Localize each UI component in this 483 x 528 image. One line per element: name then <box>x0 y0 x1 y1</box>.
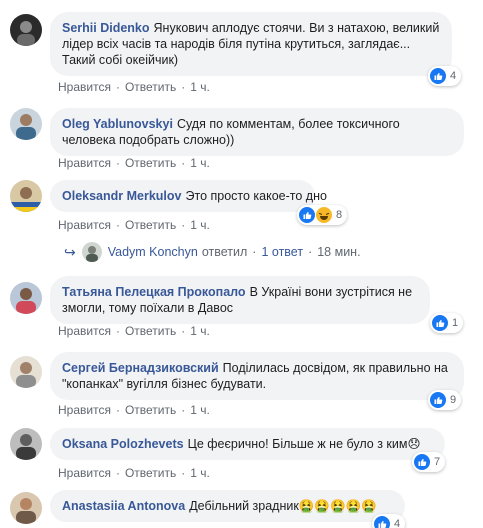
reply-button[interactable]: Ответить <box>125 80 176 94</box>
avatar[interactable] <box>10 14 42 46</box>
reaction-count: 1 <box>452 317 459 329</box>
comment-author[interactable]: Татьяна Пелецкая Прокопало <box>62 285 246 299</box>
comment-time[interactable]: 1 ч. <box>190 80 210 94</box>
reaction-count: 4 <box>450 70 457 82</box>
like-button[interactable]: Нравится <box>58 324 111 338</box>
comment-actions: Нравится · Ответить · 1 ч. <box>58 156 210 170</box>
comment-bubble: Serhii Didenko Янукович аплодує стоячи. В… <box>50 12 452 76</box>
reaction-summary[interactable]: 9 <box>428 390 462 410</box>
like-button[interactable]: Нравится <box>58 156 111 170</box>
comment-bubble: Татьяна Пелецкая Прокопало В Україні вони… <box>50 276 430 324</box>
reply-count[interactable]: 1 ответ <box>261 245 303 259</box>
reply-button[interactable]: Ответить <box>125 156 176 170</box>
comment-actions: Нравится · Ответить · 1 ч. <box>58 324 210 338</box>
comment-author[interactable]: Oleksandr Merkulov <box>62 189 182 203</box>
like-button[interactable]: Нравится <box>58 218 111 232</box>
comment-time[interactable]: 1 ч. <box>190 218 210 232</box>
haha-icon <box>316 207 332 223</box>
like-icon <box>374 516 390 528</box>
comment-text: Це феєрично! Більше ж не було з ким😞 <box>187 437 421 451</box>
avatar[interactable] <box>10 428 42 460</box>
like-icon <box>430 392 446 408</box>
like-button[interactable]: Нравится <box>58 403 111 417</box>
avatar <box>81 242 102 262</box>
reaction-summary[interactable]: 8 <box>297 205 348 225</box>
like-icon <box>414 454 430 470</box>
avatar[interactable] <box>10 356 42 388</box>
reply-button[interactable]: Ответить <box>125 324 176 338</box>
reply-button[interactable]: Ответить <box>125 218 176 232</box>
reply-time: 18 мин. <box>317 245 361 259</box>
comment-time[interactable]: 1 ч. <box>190 403 210 417</box>
avatar[interactable] <box>10 282 42 314</box>
reaction-summary[interactable]: 7 <box>412 452 446 472</box>
avatar[interactable] <box>10 108 42 140</box>
like-button[interactable]: Нравится <box>58 80 111 94</box>
comment-text: Дебільний зрадник🤮🤮🤮🤮🤮 <box>189 499 377 513</box>
comment-bubble: Oksana Polozhevets Це феєрично! Більше ж … <box>50 428 445 460</box>
comment-time[interactable]: 1 ч. <box>190 466 210 480</box>
reply-author[interactable]: Vadym Konchyn <box>108 245 198 259</box>
comment-author[interactable]: Anastasiia Antonova <box>62 499 185 513</box>
comment-time[interactable]: 1 ч. <box>190 156 210 170</box>
reaction-summary[interactable]: 1 <box>430 313 464 333</box>
comment-author[interactable]: Serhii Didenko <box>62 21 150 35</box>
reaction-count: 8 <box>336 209 343 221</box>
comment-bubble: Oleg Yablunovskyi Судя по комментам, боле… <box>50 108 464 156</box>
comment-bubble: Anastasiia Antonova Дебільний зрадник🤮🤮🤮🤮… <box>50 490 405 522</box>
comment-bubble: Сергей Бернадзиковский Поділилась досвідо… <box>50 352 464 400</box>
comment-author[interactable]: Oleg Yablunovskyi <box>62 117 173 131</box>
reply-button[interactable]: Ответить <box>125 466 176 480</box>
reaction-summary[interactable]: 4 <box>428 66 462 86</box>
comment-bubble: Oleksandr Merkulov Это просто какое-то дн… <box>50 180 327 212</box>
reaction-summary[interactable]: 4 <box>372 514 406 528</box>
comment-actions: Нравится · Ответить · 1 ч. <box>58 80 210 94</box>
comment-author[interactable]: Oksana Polozhevets <box>62 437 184 451</box>
comment-text: Это просто какое-то дно <box>185 189 327 203</box>
reply-verb: ответил <box>201 245 248 259</box>
reaction-count: 9 <box>450 394 457 406</box>
like-button[interactable]: Нравится <box>58 466 111 480</box>
comment-actions: Нравится · Ответить · 1 ч. <box>58 403 210 417</box>
like-icon <box>432 315 448 331</box>
reaction-count: 4 <box>394 518 401 528</box>
avatar[interactable] <box>10 180 42 212</box>
reply-arrow-icon: ↪ <box>64 243 76 260</box>
comment-author[interactable]: Сергей Бернадзиковский <box>62 361 219 375</box>
comment-actions: Нравится · Ответить · 1 ч. <box>58 466 210 480</box>
view-replies-link[interactable]: ↪ Vadym Konchyn ответил · 1 ответ · 18 м… <box>64 242 361 262</box>
comment-time[interactable]: 1 ч. <box>190 324 210 338</box>
like-icon <box>299 207 315 223</box>
avatar[interactable] <box>10 492 42 524</box>
reaction-count: 7 <box>434 456 441 468</box>
like-icon <box>430 68 446 84</box>
comment-actions: Нравится · Ответить · 1 ч. <box>58 218 210 232</box>
reply-button[interactable]: Ответить <box>125 403 176 417</box>
